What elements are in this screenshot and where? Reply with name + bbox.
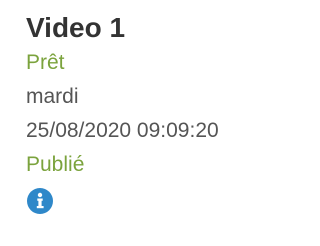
publication-status: Publié xyxy=(26,153,85,176)
video-card: Video 1 Prêt mardi 25/08/2020 09:09:20 P… xyxy=(26,10,288,215)
video-title: Video 1 xyxy=(26,12,126,43)
video-day: mardi xyxy=(26,85,79,108)
info-icon xyxy=(27,188,53,214)
video-status: Prêt xyxy=(26,51,65,74)
video-datetime: 25/08/2020 09:09:20 xyxy=(26,119,219,142)
info-button[interactable] xyxy=(26,187,54,215)
